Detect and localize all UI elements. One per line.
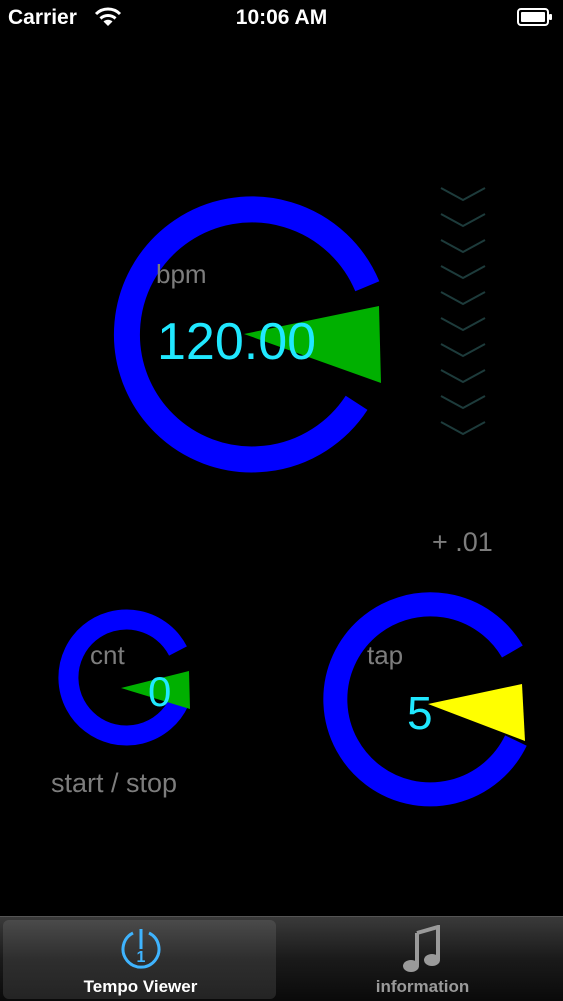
status-bar: Carrier 10:06 AM bbox=[0, 0, 563, 36]
start-stop-button[interactable]: start / stop bbox=[51, 768, 177, 799]
count-label: cnt bbox=[90, 640, 125, 670]
count-dial[interactable] bbox=[58, 609, 190, 746]
bpm-label: bpm bbox=[156, 259, 207, 289]
increment-chevrons-icon[interactable] bbox=[438, 186, 488, 446]
tab-tempo-viewer[interactable]: 1 Tempo Viewer bbox=[0, 917, 281, 1001]
status-time: 10:06 AM bbox=[235, 6, 328, 29]
increment-label[interactable]: + .01 bbox=[432, 527, 493, 558]
tab-bar: 1 Tempo Viewer information bbox=[0, 916, 563, 1001]
tab-information-label: information bbox=[375, 977, 470, 996]
count-value: 0 bbox=[148, 668, 172, 715]
bpm-value: 120.00 bbox=[157, 313, 317, 371]
metronome-icon: 1 bbox=[121, 929, 160, 969]
tap-label: tap bbox=[367, 640, 404, 670]
tap-indicator bbox=[428, 684, 525, 741]
tap-value: 5 bbox=[407, 687, 433, 739]
svg-text:1: 1 bbox=[136, 949, 145, 966]
battery-icon bbox=[517, 8, 552, 26]
tab-tempo-viewer-label: Tempo Viewer bbox=[83, 977, 198, 996]
tempo-viewer-screen: bpm 120.00 + .01 cnt 0 start / stop tap … bbox=[0, 36, 563, 916]
music-note-icon bbox=[402, 925, 440, 972]
tab-information[interactable]: information bbox=[282, 917, 563, 1001]
